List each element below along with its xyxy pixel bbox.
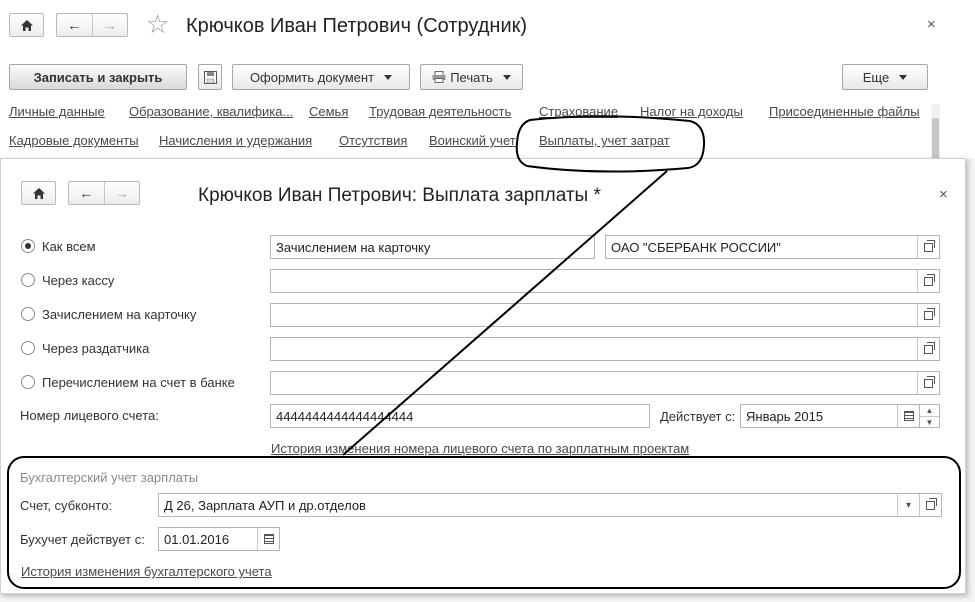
- open-icon[interactable]: [917, 338, 939, 360]
- save-button[interactable]: [198, 64, 222, 90]
- default-method-field: Зачислением на карточку: [270, 235, 595, 259]
- account-history-link[interactable]: История изменения номера лицевого счета …: [271, 441, 689, 456]
- accounting-history-link[interactable]: История изменения бухгалтерского учета: [21, 564, 272, 579]
- tab-military[interactable]: Воинский учет: [429, 133, 516, 148]
- more-label: Еще: [862, 69, 890, 85]
- tab-payments-costs[interactable]: Выплаты, учет затрат: [539, 133, 670, 148]
- radio-card[interactable]: [21, 307, 35, 321]
- valid-from-input[interactable]: Январь 2015: [740, 404, 920, 428]
- radio-distributor-label[interactable]: Через раздатчика: [42, 341, 149, 356]
- chevron-down-icon: [899, 74, 908, 80]
- radio-bank-transfer-label[interactable]: Перечислением на счет в банке: [42, 375, 235, 390]
- account-number-value: 4444444444444444444: [276, 408, 414, 424]
- open-icon[interactable]: [917, 236, 939, 258]
- valid-from-value: Январь 2015: [746, 408, 824, 424]
- tab-insurance[interactable]: Страхование: [539, 104, 618, 119]
- format-document-button[interactable]: Оформить документ: [232, 64, 410, 90]
- account-number-label: Номер лицевого счета:: [20, 408, 159, 423]
- radio-bank-transfer[interactable]: [21, 375, 35, 389]
- forward-arrow-icon[interactable]: →: [91, 14, 128, 36]
- scrollbar-thumb[interactable]: [932, 118, 939, 160]
- stepper-down-icon[interactable]: ▼: [920, 416, 939, 427]
- tab-family[interactable]: Семья: [309, 104, 348, 119]
- back-arrow-icon[interactable]: ←: [69, 182, 104, 204]
- card-field[interactable]: [270, 303, 940, 327]
- bank-transfer-field[interactable]: [270, 371, 940, 395]
- tab-attached-files[interactable]: Присоединенные файлы: [769, 104, 920, 119]
- tab-absences[interactable]: Отсутствия: [339, 133, 407, 148]
- open-icon[interactable]: [917, 270, 939, 292]
- radio-as-everyone-label[interactable]: Как всем: [42, 239, 96, 254]
- save-and-close-button[interactable]: Записать и закрыть: [9, 64, 187, 90]
- stepper-up-icon[interactable]: ▲: [920, 405, 939, 416]
- dialog-history-nav: ← →: [68, 181, 140, 205]
- radio-card-label[interactable]: Зачислением на карточку: [42, 307, 196, 322]
- dialog-title: Крючков Иван Петрович: Выплата зарплаты …: [198, 185, 601, 206]
- forward-arrow-icon[interactable]: →: [103, 182, 140, 204]
- home-icon: [32, 187, 45, 199]
- subconto-label: Счет, субконто:: [20, 498, 113, 513]
- format-document-label: Оформить документ: [249, 69, 375, 85]
- dialog-home-button[interactable]: [21, 181, 56, 205]
- tab-hr-documents[interactable]: Кадровые документы: [9, 133, 139, 148]
- tab-accruals-deductions[interactable]: Начисления и удержания: [159, 133, 312, 148]
- print-button[interactable]: Печать: [420, 64, 523, 90]
- accounting-date-value: 01.01.2016: [164, 531, 230, 547]
- close-window-icon[interactable]: ×: [927, 16, 936, 33]
- account-number-input[interactable]: 4444444444444444444: [270, 404, 650, 428]
- open-icon[interactable]: [917, 372, 939, 394]
- subconto-select[interactable]: Д 26, Зарплата АУП и др.отделов ▾: [158, 493, 942, 517]
- calendar-icon[interactable]: [897, 405, 919, 427]
- valid-from-label: Действует с:: [660, 409, 736, 424]
- chevron-down-icon: [502, 74, 511, 80]
- home-button[interactable]: [9, 13, 44, 37]
- floppy-disk-icon: [203, 70, 217, 84]
- default-bank-field[interactable]: ОАО "СБЕРБАНК РОССИИ": [605, 235, 940, 259]
- accounting-section-title: Бухгалтерский учет зарплаты: [20, 470, 199, 485]
- chevron-down-icon: [384, 74, 393, 80]
- radio-as-everyone[interactable]: [21, 239, 35, 253]
- tab-education[interactable]: Образование, квалифика...: [129, 104, 293, 119]
- dialog-shadow: [966, 158, 975, 602]
- radio-distributor[interactable]: [21, 341, 35, 355]
- tab-work-history[interactable]: Трудовая деятельность: [369, 104, 511, 119]
- home-icon: [20, 19, 33, 31]
- history-nav: ← →: [56, 13, 128, 37]
- save-and-close-label: Записать и закрыть: [33, 69, 163, 85]
- distributor-field[interactable]: [270, 337, 940, 361]
- accounting-date-input[interactable]: 01.01.2016: [158, 527, 280, 551]
- back-arrow-icon[interactable]: ←: [57, 14, 92, 36]
- dialog-shadow: [0, 594, 975, 602]
- tab-personal-data[interactable]: Личные данные: [9, 104, 105, 119]
- more-button[interactable]: Еще: [842, 64, 928, 90]
- valid-from-stepper[interactable]: ▲ ▼: [920, 404, 940, 428]
- favorite-star-icon[interactable]: ☆: [146, 11, 169, 37]
- subconto-value: Д 26, Зарплата АУП и др.отделов: [164, 497, 366, 513]
- cash-field[interactable]: [270, 269, 940, 293]
- print-label: Печать: [450, 69, 493, 85]
- dropdown-icon[interactable]: ▾: [897, 494, 919, 516]
- accounting-date-label: Бухучет действует с:: [20, 532, 145, 547]
- default-method-value: Зачислением на карточку: [276, 239, 431, 255]
- default-bank-value: ОАО "СБЕРБАНК РОССИИ": [611, 239, 781, 255]
- radio-cash[interactable]: [21, 273, 35, 287]
- window-title: Крючков Иван Петрович (Сотрудник): [186, 15, 528, 37]
- tab-income-tax[interactable]: Налог на доходы: [640, 104, 743, 119]
- open-icon[interactable]: [917, 304, 939, 326]
- close-dialog-icon[interactable]: ×: [939, 186, 948, 203]
- radio-cash-label[interactable]: Через кассу: [42, 273, 114, 288]
- open-icon[interactable]: [919, 494, 941, 516]
- printer-icon: [432, 71, 446, 83]
- calendar-icon[interactable]: [257, 528, 279, 550]
